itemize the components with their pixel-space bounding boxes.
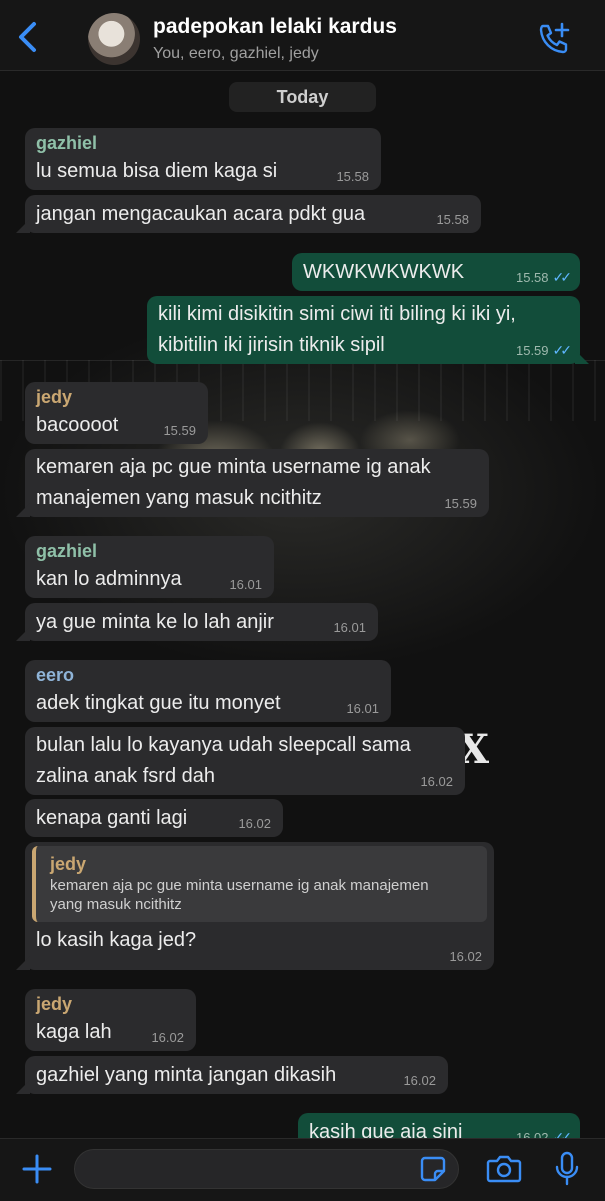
plus-icon [22,1154,52,1184]
sender-name: jedy [36,994,73,1014]
microphone-icon [555,1151,579,1186]
message-time: 16.02 [151,1030,184,1045]
message-text: kenapa ganti lagi [36,807,188,829]
message-bubble[interactable]: gazhiel kan lo adminnya 16.01 [25,536,274,598]
chevron-left-icon [19,22,36,52]
message-bubble[interactable]: gazhiel yang minta jangan dikasih 16.02 [16,1056,448,1094]
message-text-line: zalina anak fsrd dah [36,765,216,787]
message-time: 16.02 [403,1073,436,1088]
message-text: jangan mengacaukan acara pdkt gua [36,203,366,225]
message-time: 15.59 [163,423,196,438]
message-bubble-outgoing[interactable]: kili kimi disikitin simi ciwi iti biling… [147,296,589,364]
camera-button[interactable] [486,1154,522,1184]
message-bubble[interactable]: bulan lalu lo kayanya udah sleepcall sam… [25,727,465,795]
message-time: 16.01 [229,577,262,592]
bubble-tail [16,219,30,233]
read-receipt-icon: ✓✓ [552,269,573,285]
message-text: ya gue minta ke lo lah anjir [36,611,274,633]
sticker-button[interactable] [420,1156,446,1182]
message-bubble[interactable]: kemaren aja pc gue minta username ig ana… [16,449,489,517]
message-time: 16.01 [333,620,366,635]
message-bubble[interactable]: ya gue minta ke lo lah anjir 16.01 [16,603,378,641]
call-button[interactable] [537,22,571,56]
bubble-tail [16,627,30,641]
message-text: gazhiel yang minta jangan dikasih [36,1064,337,1086]
message-time: 15.59 [515,343,549,358]
message-status: 15.58 ✓✓ [515,269,573,285]
message-time: 15.58 [336,169,369,184]
message-text-line: bulan lalu lo kayanya udah sleepcall sam… [36,734,411,756]
date-separator: Today [229,82,376,112]
message-text-line: manajemen yang masuk ncithitz [36,487,322,509]
message-text-line: kemaren aja pc gue minta username ig ana… [36,456,431,478]
message-bubble-reply[interactable]: jedy kemaren aja pc gue minta username i… [16,842,494,970]
chat-members[interactable]: You, eero, gazhiel, jedy [153,45,319,63]
phone-add-icon [539,22,570,54]
voice-message-button[interactable] [554,1151,580,1187]
group-avatar[interactable] [88,13,140,65]
quoted-sender: jedy [50,854,87,874]
message-time: 15.59 [444,496,477,511]
bubble-tail [16,503,30,517]
message-text-line: kibitilin iki jirisin tiknik sipil [158,334,385,356]
bubble-tail [16,956,30,970]
message-text: adek tingkat gue itu monyet [36,692,281,714]
message-bubble[interactable]: kenapa ganti lagi 16.02 [25,799,283,837]
message-text-line: kili kimi disikitin simi ciwi iti biling… [158,303,516,325]
attach-button[interactable] [21,1153,53,1185]
message-bubble[interactable]: jedy bacoooot 15.59 [25,382,208,444]
message-bubble[interactable]: jedy kaga lah 16.02 [25,989,196,1051]
message-text: lo kasih kaga jed? [36,929,197,951]
bubble-tail [16,1080,30,1094]
message-bubble[interactable]: jangan mengacaukan acara pdkt gua 15.58 [16,195,481,233]
sender-name: jedy [36,387,73,407]
message-time: 16.01 [346,701,379,716]
sender-name: gazhiel [36,541,98,561]
chat-title[interactable]: padepokan lelaki kardus [153,15,397,39]
message-bubble[interactable]: gazhiel lu semua bisa diem kaga si 15.58 [25,128,381,190]
quoted-message[interactable]: jedy kemaren aja pc gue minta username i… [32,846,487,922]
chat-header: padepokan lelaki kardus You, eero, gazhi… [0,0,605,71]
message-status: 15.59 ✓✓ [515,342,573,358]
back-button[interactable] [14,20,44,54]
bubble-tail [575,350,589,364]
message-input[interactable] [74,1149,459,1189]
message-bubble-outgoing[interactable]: WKWKWKWKWK 15.58 ✓✓ [292,253,580,291]
sticker-icon [420,1156,446,1182]
message-text: lu semua bisa diem kaga si [36,160,278,182]
message-composer [0,1138,605,1201]
message-time: 16.02 [238,816,271,831]
camera-icon [486,1155,522,1183]
message-bubble[interactable]: eero adek tingkat gue itu monyet 16.01 [25,660,391,722]
message-time: 16.02 [420,774,453,789]
message-time: 15.58 [436,212,469,227]
quoted-text-line: yang masuk ncithitz [50,896,182,913]
sender-name: eero [36,665,75,685]
sender-name: gazhiel [36,133,98,153]
message-time: 16.02 [449,949,482,964]
read-receipt-icon: ✓✓ [552,342,573,358]
quoted-text-line: kemaren aja pc gue minta username ig ana… [50,877,429,894]
message-time: 15.58 [515,270,549,285]
